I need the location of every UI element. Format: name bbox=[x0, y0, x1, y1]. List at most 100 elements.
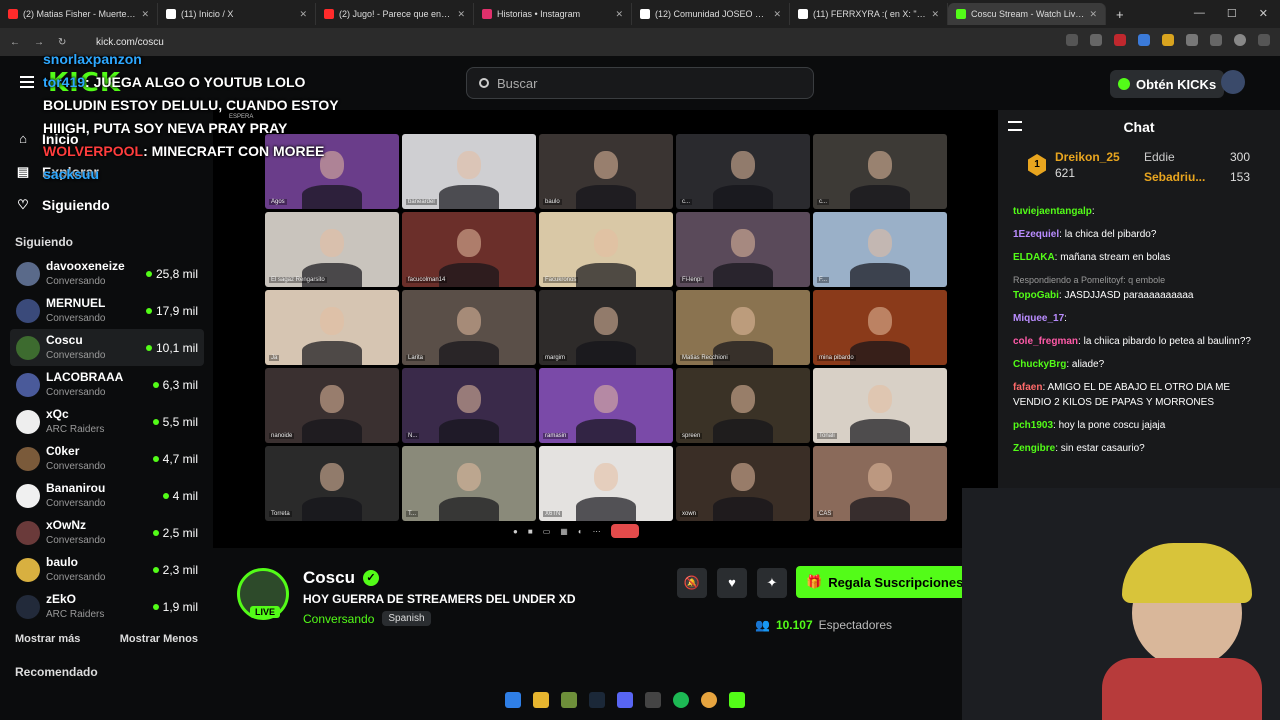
close-tab-icon[interactable]: ✕ bbox=[615, 9, 623, 20]
following-item[interactable]: zEkO ARC Raiders 1,9 mil bbox=[0, 588, 212, 625]
channel-name[interactable]: Coscu bbox=[303, 568, 355, 588]
windows-start-icon[interactable] bbox=[505, 692, 521, 708]
user-avatar[interactable] bbox=[1221, 70, 1245, 94]
kick-app-icon[interactable] bbox=[729, 692, 745, 708]
leader-name[interactable]: Eddie bbox=[1144, 150, 1175, 164]
following-list: davooxeneize Conversando 25,8 mil MERNUEL Co… bbox=[0, 255, 212, 625]
gift-subs-button[interactable]: 🎁 Regala Suscripciones bbox=[796, 566, 966, 598]
search-input[interactable]: Buscar bbox=[466, 67, 814, 99]
close-tab-icon[interactable]: ✕ bbox=[1089, 9, 1097, 20]
window-controls: — ☐ ✕ bbox=[1194, 7, 1268, 20]
chat-username[interactable]: ChuckyBrg bbox=[1013, 359, 1066, 370]
browser-tab[interactable]: (11) FERRXYRA :( en X: "Hay un ✕ bbox=[790, 3, 948, 25]
mute-notifications-button[interactable]: 🔕 bbox=[677, 568, 707, 598]
verified-icon: ✓ bbox=[362, 570, 379, 586]
leader-name[interactable]: Dreikon_25 bbox=[1055, 150, 1120, 164]
participant-face bbox=[594, 306, 618, 335]
star-icon[interactable] bbox=[1090, 34, 1102, 46]
file-explorer-icon[interactable] bbox=[533, 692, 549, 708]
leader-name[interactable]: Sebadriu... bbox=[1144, 170, 1205, 184]
language-tag[interactable]: Spanish bbox=[382, 611, 431, 626]
spotify-icon[interactable] bbox=[673, 692, 689, 708]
maximize-icon[interactable]: ☐ bbox=[1227, 7, 1237, 20]
call-participant-tile: X6TN bbox=[539, 446, 673, 521]
browser-tab[interactable]: (2) Matias Fisher - Muerte en ✕ bbox=[0, 3, 158, 25]
puzzle-icon[interactable] bbox=[1186, 34, 1198, 46]
show-more-button[interactable]: Mostrar más bbox=[15, 633, 80, 645]
following-item[interactable]: C0ker Conversando 4,7 mil bbox=[0, 440, 212, 477]
forward-icon[interactable]: → bbox=[34, 37, 48, 48]
compass-icon: ▤ bbox=[16, 163, 30, 179]
following-category: ARC Raiders bbox=[46, 423, 105, 435]
following-item[interactable]: MERNUEL Conversando 17,9 mil bbox=[0, 292, 212, 329]
viewers-value: 25,8 mil bbox=[155, 266, 198, 281]
sidebar-icon[interactable] bbox=[1210, 34, 1222, 46]
menu-icon[interactable] bbox=[20, 76, 34, 88]
close-tab-icon[interactable]: ✕ bbox=[299, 9, 307, 20]
chat-text: mañana stream en bolas bbox=[1060, 252, 1171, 263]
new-tab-icon[interactable]: + bbox=[1106, 7, 1134, 22]
browser-tab[interactable]: Historias • Instagram ✕ bbox=[474, 3, 632, 25]
close-tab-icon[interactable]: ✕ bbox=[773, 9, 781, 20]
zoom-icon[interactable] bbox=[1066, 34, 1078, 46]
tab-title: (12) Comunidad JOSEO EXCLU bbox=[655, 9, 768, 19]
show-less-button[interactable]: Mostrar Menos bbox=[120, 633, 198, 645]
following-item[interactable]: LACOBRAAA Conversando 6,3 mil bbox=[0, 366, 212, 403]
app-icon[interactable] bbox=[645, 692, 661, 708]
close-tab-icon[interactable]: ✕ bbox=[457, 9, 465, 20]
following-item[interactable]: baulo Conversando 2,3 mil bbox=[0, 551, 212, 588]
collapse-chat-icon[interactable] bbox=[1008, 121, 1022, 131]
extension-icon[interactable] bbox=[1138, 34, 1150, 46]
discord-icon[interactable] bbox=[617, 692, 633, 708]
screen-share-icon: ▭ bbox=[542, 526, 551, 536]
os-taskbar bbox=[505, 692, 745, 708]
participant-face bbox=[457, 384, 481, 413]
browser-tab[interactable]: (12) Comunidad JOSEO EXCLU ✕ bbox=[632, 3, 790, 25]
get-kicks-button[interactable]: Obtén KICKs bbox=[1110, 70, 1225, 98]
participant-face bbox=[457, 462, 481, 491]
close-tab-icon[interactable]: ✕ bbox=[931, 9, 939, 20]
nav-following[interactable]: ♡ Siguiendo bbox=[16, 188, 196, 221]
chat-username[interactable]: TopoGabi bbox=[1013, 290, 1059, 301]
browser-tab[interactable]: (11) Inicio / X ✕ bbox=[158, 3, 316, 25]
following-item[interactable]: davooxeneize Conversando 25,8 mil bbox=[0, 255, 212, 292]
following-item[interactable]: xOwNz Conversando 2,5 mil bbox=[0, 514, 212, 551]
participant-name: T... bbox=[406, 511, 419, 517]
following-name: C0ker bbox=[46, 443, 80, 458]
following-item[interactable]: Bananirou Conversando 4 mil bbox=[0, 477, 212, 514]
close-window-icon[interactable]: ✕ bbox=[1259, 7, 1268, 20]
back-icon[interactable]: ← bbox=[10, 37, 24, 48]
sparkle-button[interactable]: ✦ bbox=[757, 568, 787, 598]
chat-username[interactable]: fafaen bbox=[1013, 382, 1042, 393]
leader-value: 153 bbox=[1230, 170, 1251, 184]
chat-username[interactable]: 1Ezequiel bbox=[1013, 229, 1059, 240]
chrome-icon[interactable] bbox=[701, 692, 717, 708]
app-icon[interactable] bbox=[561, 692, 577, 708]
reload-icon[interactable]: ↻ bbox=[58, 37, 72, 48]
steam-icon[interactable] bbox=[589, 692, 605, 708]
chat-username[interactable]: Miquee_17 bbox=[1013, 313, 1064, 324]
browser-tab[interactable]: (2) Jugo! - Parece que entreno ✕ bbox=[316, 3, 474, 25]
chat-username[interactable]: pch1903 bbox=[1013, 420, 1053, 431]
category-link[interactable]: Conversando bbox=[303, 612, 374, 626]
close-tab-icon[interactable]: ✕ bbox=[141, 9, 149, 20]
profile-icon[interactable] bbox=[1234, 34, 1246, 46]
participant-name: xown bbox=[680, 511, 699, 517]
participant-face bbox=[320, 228, 344, 257]
participant-body bbox=[439, 263, 499, 287]
chat-username[interactable]: cole_fregman bbox=[1013, 336, 1078, 347]
following-item[interactable]: Coscu Conversando 10,1 mil bbox=[10, 329, 204, 366]
chat-username[interactable]: tuviejaentangalp bbox=[1013, 206, 1092, 217]
following-item[interactable]: xQc ARC Raiders 5,5 mil bbox=[0, 403, 212, 440]
chat-username[interactable]: Zengibre bbox=[1013, 443, 1055, 454]
follow-heart-button[interactable]: ♥ bbox=[717, 568, 747, 598]
menu-icon[interactable] bbox=[1258, 34, 1270, 46]
participant-face bbox=[731, 150, 755, 179]
extension-icon[interactable] bbox=[1114, 34, 1126, 46]
extension-icon[interactable] bbox=[1162, 34, 1174, 46]
following-category: Conversando bbox=[46, 312, 106, 324]
chat-username[interactable]: ELDAKA bbox=[1013, 252, 1055, 263]
minimize-icon[interactable]: — bbox=[1194, 7, 1205, 20]
browser-tab[interactable]: Coscu Stream - Watch Live on ✕ bbox=[948, 3, 1106, 25]
url-field[interactable]: kick.com/coscu bbox=[96, 37, 164, 48]
